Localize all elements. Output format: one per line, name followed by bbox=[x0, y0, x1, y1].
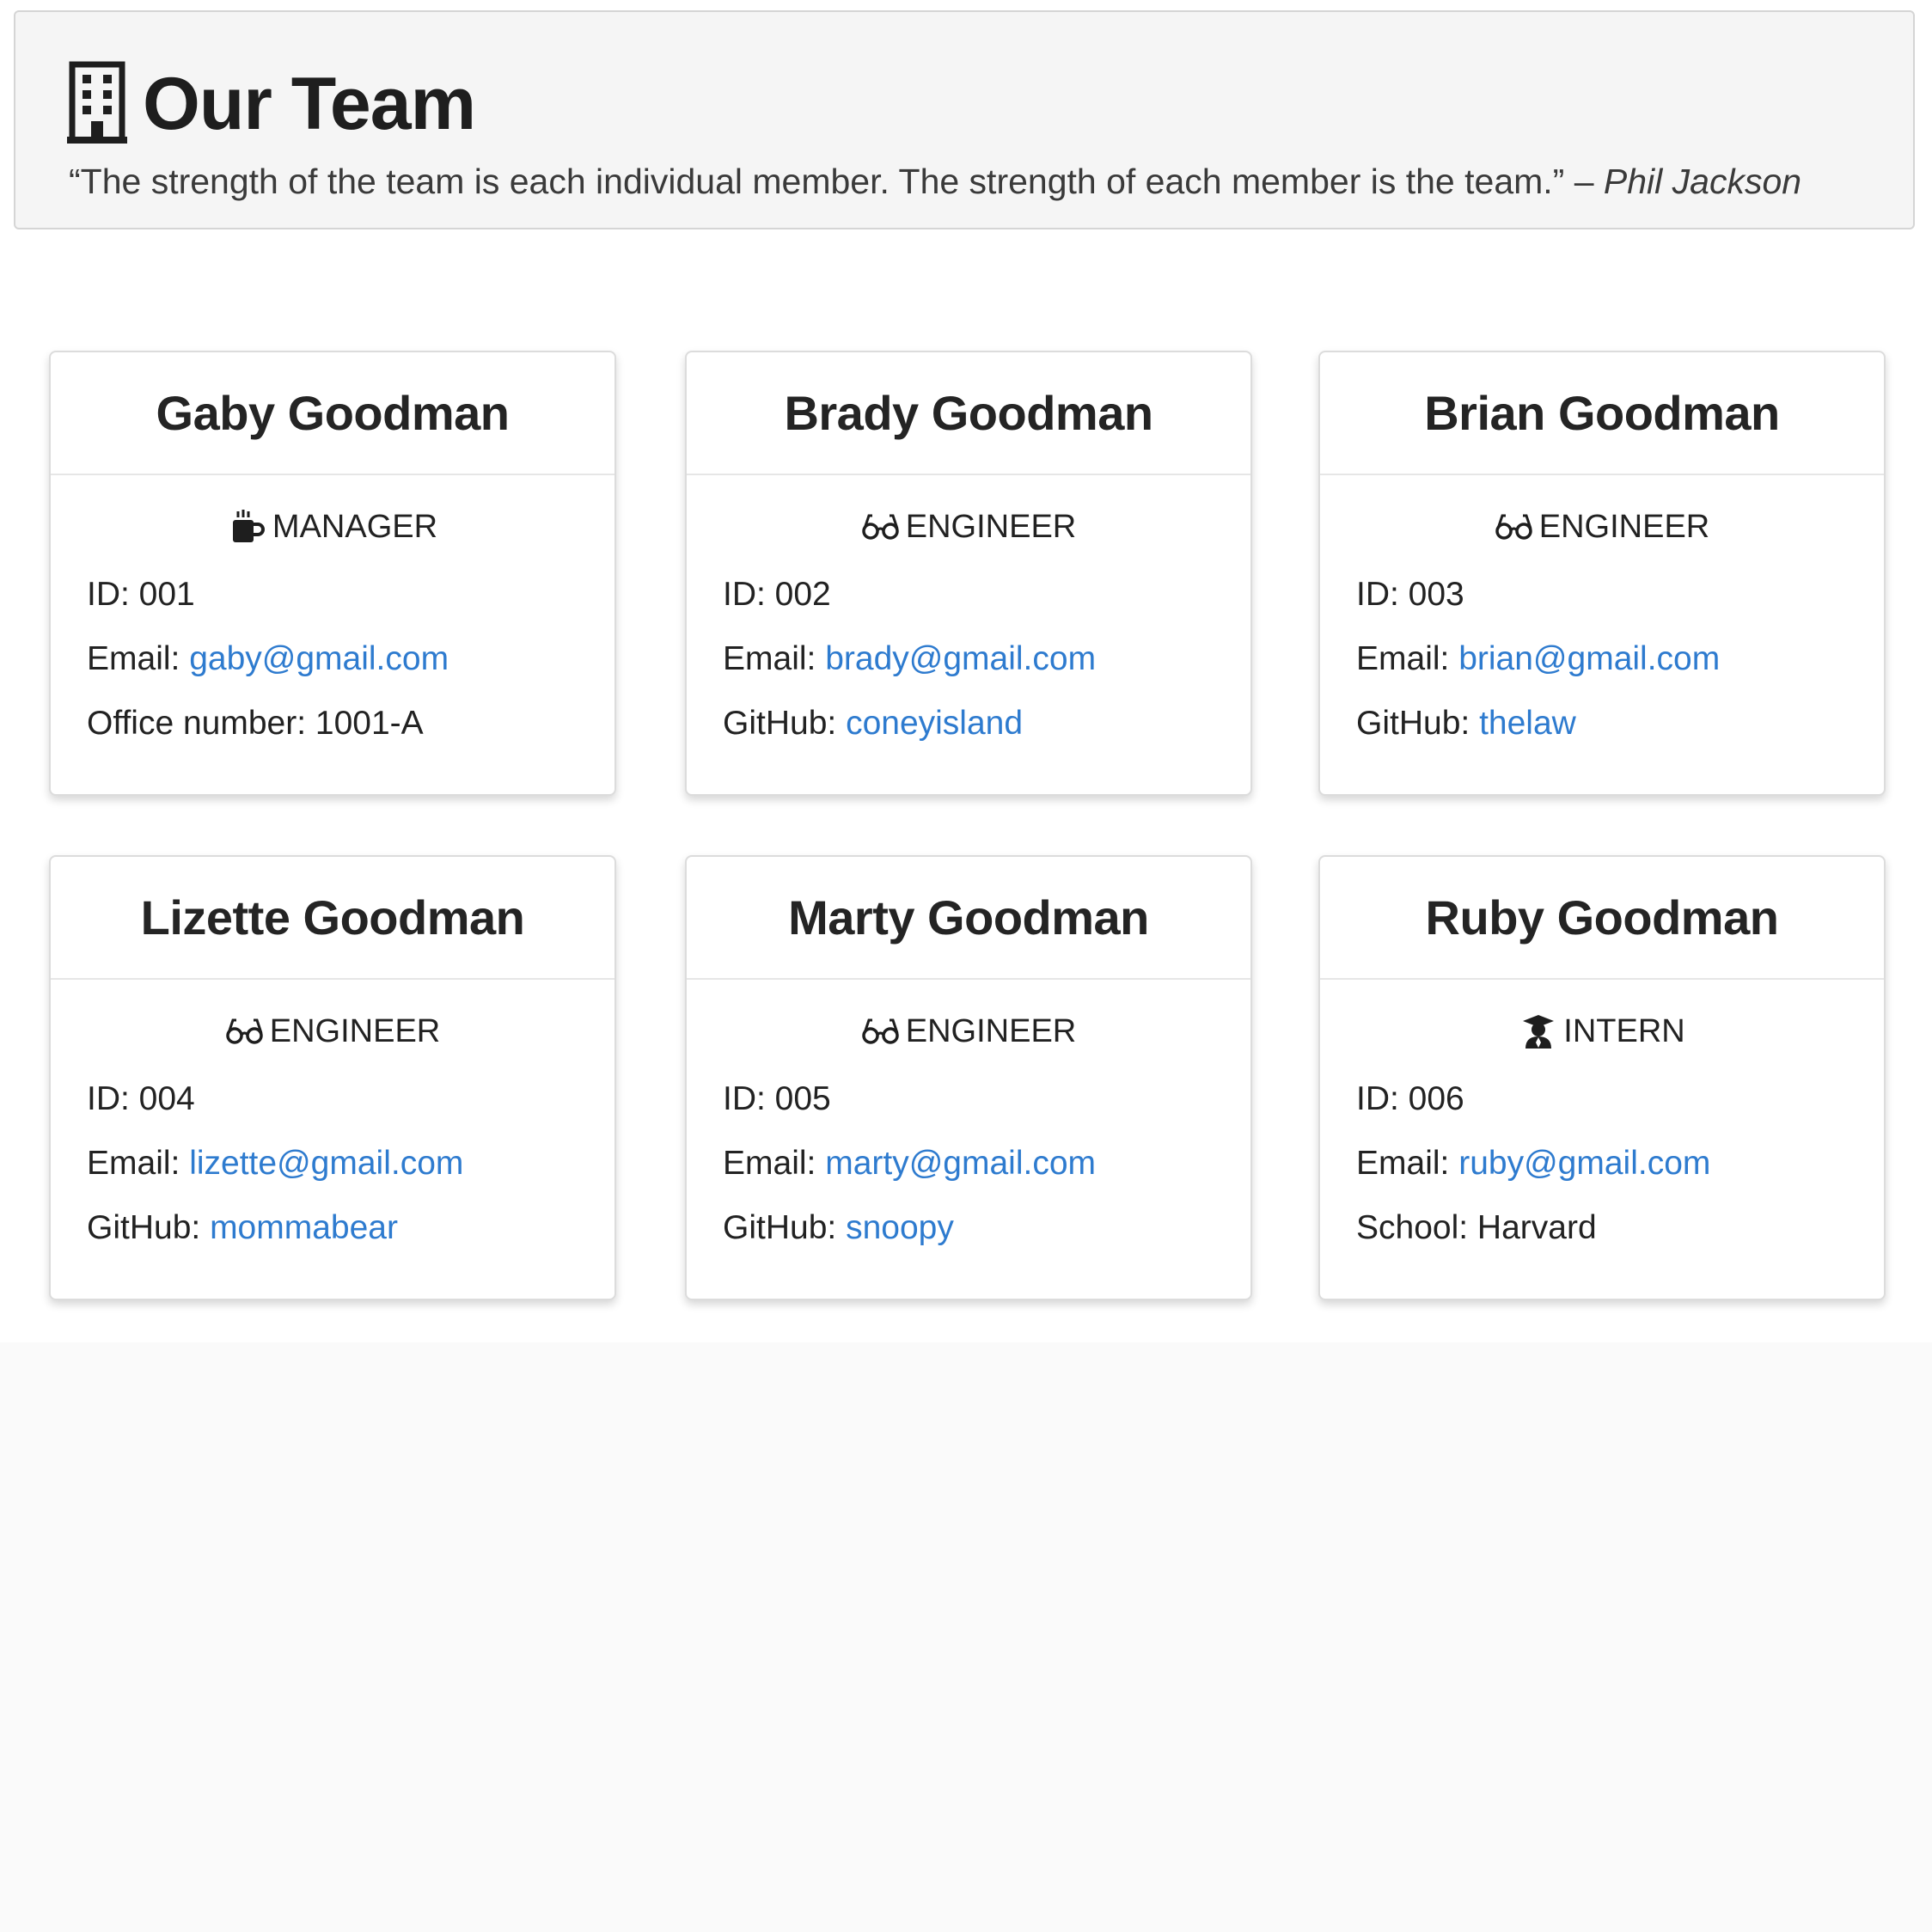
extra-label: Office number: bbox=[87, 705, 315, 742]
member-extra: Office number: 1001-A bbox=[87, 705, 424, 743]
card-header: Lizette Goodman bbox=[51, 857, 614, 980]
team-member-card: Marty Goodman ENGINEER ID: 005 Email: marty… bbox=[685, 855, 1252, 1300]
email-label: Email: bbox=[723, 640, 826, 677]
member-id: ID: 004 bbox=[87, 1080, 195, 1117]
member-extra: GitHub: snoopy bbox=[723, 1209, 954, 1247]
member-name: Brian Goodman bbox=[1424, 386, 1780, 440]
quote-text: “The strength of the team is each indivi… bbox=[69, 162, 1604, 201]
extra-value: Harvard bbox=[1477, 1209, 1597, 1246]
glasses-icon bbox=[861, 1014, 901, 1049]
card-header: Marty Goodman bbox=[687, 857, 1250, 980]
member-role: ENGINEER bbox=[687, 1007, 1250, 1055]
title-row: Our Team bbox=[67, 57, 476, 151]
content-area: Our Team “The strength of the team is ea… bbox=[0, 0, 1932, 1342]
role-label: MANAGER bbox=[272, 508, 438, 545]
glasses-icon bbox=[861, 510, 901, 544]
team-member-card: Gaby Goodman MANAGER ID: 001 Email: gaby@gm… bbox=[49, 351, 616, 796]
member-email: Email: gaby@gmail.com bbox=[87, 640, 449, 678]
coffee-mug-icon bbox=[228, 510, 267, 544]
building-icon bbox=[67, 61, 127, 144]
card-header: Ruby Goodman bbox=[1320, 857, 1884, 980]
extra-label: School: bbox=[1356, 1209, 1477, 1246]
github-link[interactable]: coneyisland bbox=[846, 705, 1023, 742]
github-link[interactable]: thelaw bbox=[1479, 705, 1576, 742]
email-link[interactable]: marty@gmail.com bbox=[825, 1145, 1096, 1182]
quote-author: Phil Jackson bbox=[1603, 162, 1802, 201]
glasses-icon bbox=[225, 1014, 265, 1049]
email-link[interactable]: ruby@gmail.com bbox=[1458, 1145, 1710, 1182]
extra-label: GitHub: bbox=[1356, 705, 1480, 742]
member-name: Marty Goodman bbox=[788, 890, 1149, 945]
team-member-card: Brady Goodman ENGINEER ID: 002 Email: brady… bbox=[685, 351, 1252, 796]
member-name: Lizette Goodman bbox=[140, 890, 525, 945]
member-email: Email: lizette@gmail.com bbox=[87, 1145, 463, 1183]
member-role: ENGINEER bbox=[51, 1007, 614, 1055]
member-name: Brady Goodman bbox=[784, 386, 1153, 440]
member-role: INTERN bbox=[1320, 1007, 1884, 1055]
card-header: Gaby Goodman bbox=[51, 352, 614, 475]
card-header: Brian Goodman bbox=[1320, 352, 1884, 475]
role-label: ENGINEER bbox=[1538, 508, 1710, 545]
role-label: ENGINEER bbox=[905, 508, 1077, 545]
role-label: ENGINEER bbox=[269, 1012, 441, 1049]
member-role: MANAGER bbox=[51, 503, 614, 551]
member-extra: GitHub: coneyisland bbox=[723, 705, 1023, 743]
page-title: Our Team bbox=[143, 63, 476, 145]
member-name: Gaby Goodman bbox=[156, 386, 510, 440]
member-email: Email: marty@gmail.com bbox=[723, 1145, 1096, 1183]
email-label: Email: bbox=[723, 1145, 826, 1182]
email-link[interactable]: brian@gmail.com bbox=[1458, 640, 1720, 677]
member-id: ID: 001 bbox=[87, 576, 195, 613]
member-id: ID: 005 bbox=[723, 1080, 831, 1117]
role-label: INTERN bbox=[1563, 1012, 1685, 1049]
email-label: Email: bbox=[1356, 1145, 1459, 1182]
github-link[interactable]: mommabear bbox=[210, 1209, 398, 1246]
extra-label: GitHub: bbox=[723, 1209, 847, 1246]
email-link[interactable]: lizette@gmail.com bbox=[189, 1145, 463, 1182]
member-extra: School: Harvard bbox=[1356, 1209, 1597, 1247]
member-id: ID: 003 bbox=[1356, 576, 1464, 613]
role-label: ENGINEER bbox=[905, 1012, 1077, 1049]
email-label: Email: bbox=[1356, 640, 1459, 677]
email-link[interactable]: brady@gmail.com bbox=[825, 640, 1096, 677]
email-link[interactable]: gaby@gmail.com bbox=[189, 640, 449, 677]
member-extra: GitHub: mommabear bbox=[87, 1209, 398, 1247]
email-label: Email: bbox=[87, 1145, 190, 1182]
member-email: Email: ruby@gmail.com bbox=[1356, 1145, 1710, 1183]
member-role: ENGINEER bbox=[1320, 503, 1884, 551]
member-email: Email: brady@gmail.com bbox=[723, 640, 1096, 678]
extra-label: GitHub: bbox=[87, 1209, 211, 1246]
team-quote: “The strength of the team is each indivi… bbox=[69, 162, 1801, 201]
team-member-card: Brian Goodman ENGINEER ID: 003 Email: brian… bbox=[1318, 351, 1886, 796]
graduate-icon bbox=[1519, 1014, 1558, 1049]
page: Our Team “The strength of the team is ea… bbox=[0, 0, 1932, 1932]
header-jumbotron: Our Team “The strength of the team is ea… bbox=[14, 10, 1915, 229]
email-label: Email: bbox=[87, 640, 190, 677]
team-member-card: Lizette Goodman ENGINEER ID: 004 Email: liz… bbox=[49, 855, 616, 1300]
extra-label: GitHub: bbox=[723, 705, 847, 742]
github-link[interactable]: snoopy bbox=[846, 1209, 954, 1246]
member-id: ID: 006 bbox=[1356, 1080, 1464, 1117]
member-extra: GitHub: thelaw bbox=[1356, 705, 1576, 743]
team-member-card: Ruby Goodman INTERN ID: 006 Email: ruby@gma… bbox=[1318, 855, 1886, 1300]
glasses-icon bbox=[1495, 510, 1534, 544]
extra-value: 1001-A bbox=[315, 705, 424, 742]
member-id: ID: 002 bbox=[723, 576, 831, 613]
card-header: Brady Goodman bbox=[687, 352, 1250, 475]
member-name: Ruby Goodman bbox=[1425, 890, 1779, 945]
member-email: Email: brian@gmail.com bbox=[1356, 640, 1720, 678]
member-role: ENGINEER bbox=[687, 503, 1250, 551]
